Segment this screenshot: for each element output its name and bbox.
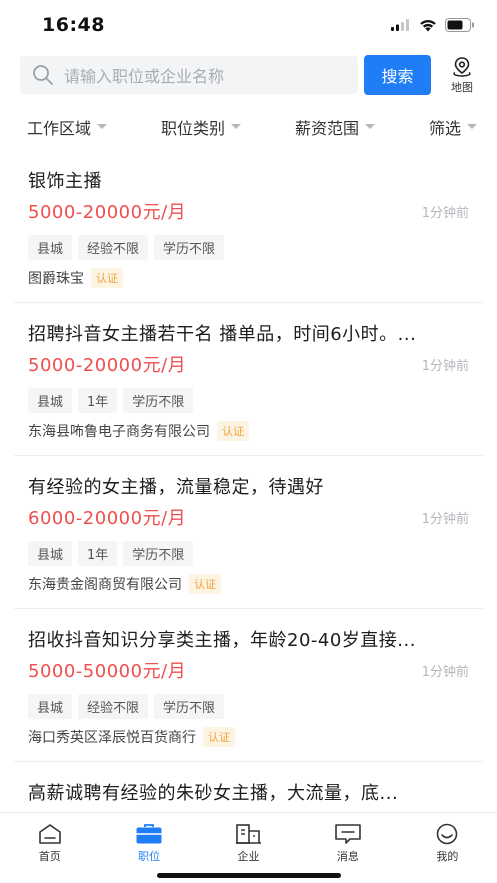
- search-icon: [33, 65, 53, 85]
- tab-label: 首页: [38, 850, 61, 863]
- job-posted-time: 1分钟前: [421, 511, 469, 527]
- verified-badge: 认证: [91, 268, 123, 288]
- signal-icon: [391, 19, 409, 31]
- job-title: 银饰主播: [28, 171, 102, 192]
- job-tag: 经验不限: [78, 235, 149, 260]
- job-card[interactable]: 招收抖音知识分享类主播，年龄20-40岁直接... 5000-50000元/月 …: [0, 609, 497, 762]
- job-salary: 5000-20000元/月: [28, 202, 187, 223]
- building-icon: [235, 824, 261, 844]
- message-icon: [335, 824, 361, 844]
- company-name: 东海贵金阁商贸有限公司: [28, 577, 182, 593]
- job-list[interactable]: 银饰主播 5000-20000元/月 1分钟前 县城 经验不限 学历不限 图爵珠…: [0, 150, 497, 812]
- map-button[interactable]: 地图: [441, 56, 483, 95]
- job-tag: 1年: [78, 541, 118, 566]
- filter-salary-range[interactable]: 薪资范围: [295, 115, 375, 139]
- job-salary: 6000-20000元/月: [28, 508, 187, 529]
- map-label: 地图: [451, 80, 473, 94]
- home-icon: [38, 824, 61, 844]
- status-time: 16:48: [42, 14, 105, 36]
- filter-label: 工作区域: [27, 118, 92, 138]
- job-tag: 1年: [78, 388, 118, 413]
- job-tags: 县城 经验不限 学历不限: [28, 694, 469, 719]
- filter-label: 筛选: [428, 118, 461, 138]
- tab-label: 消息: [336, 850, 359, 863]
- job-card[interactable]: 银饰主播 5000-20000元/月 1分钟前 县城 经验不限 学历不限 图爵珠…: [0, 150, 497, 303]
- job-tag: 学历不限: [123, 541, 194, 566]
- tab-messages[interactable]: 消息: [298, 813, 397, 868]
- filter-more[interactable]: 筛选: [429, 115, 477, 139]
- job-tag: 县城: [28, 388, 73, 413]
- job-posted-time: 1分钟前: [421, 358, 469, 374]
- verified-badge: 认证: [189, 574, 221, 594]
- tab-company[interactable]: 企业: [199, 813, 298, 868]
- filter-job-category[interactable]: 职位类别: [161, 115, 241, 139]
- tab-home[interactable]: 首页: [0, 813, 99, 868]
- company-name: 海口秀英区泽辰悦百货商行: [28, 730, 196, 746]
- tab-label: 企业: [237, 850, 260, 863]
- job-posted-time: 1分钟前: [421, 664, 469, 680]
- job-tags: 县城 1年 学历不限: [28, 541, 469, 566]
- search-input[interactable]: 请输入职位或企业名称: [20, 56, 358, 94]
- verified-badge: 认证: [203, 727, 235, 747]
- tab-label: 职位: [138, 850, 161, 863]
- filter-label: 薪资范围: [294, 118, 359, 138]
- status-bar: 16:48: [0, 0, 497, 50]
- job-title: 招聘抖音女主播若干名 播单品，时间6小时。...: [28, 324, 417, 345]
- map-pin-icon: [453, 56, 471, 77]
- job-tag: 县城: [28, 235, 73, 260]
- job-salary: 5000-50000元/月: [28, 661, 187, 682]
- verified-badge: 认证: [217, 421, 249, 441]
- job-title: 有经验的女主播，流量稳定，待遇好: [28, 477, 324, 498]
- profile-icon: [437, 823, 458, 845]
- search-button[interactable]: 搜索: [364, 55, 431, 95]
- caret-down-icon: [364, 124, 375, 129]
- caret-down-icon: [466, 124, 477, 129]
- job-card[interactable]: 招聘抖音女主播若干名 播单品，时间6小时。... 5000-20000元/月 1…: [0, 303, 497, 456]
- job-title: 高薪诚聘有经验的朱砂女主播，大流量，底...: [28, 783, 399, 804]
- search-placeholder: 请输入职位或企业名称: [64, 67, 225, 86]
- job-card[interactable]: 有经验的女主播，流量稳定，待遇好 6000-20000元/月 1分钟前 县城 1…: [0, 456, 497, 609]
- tab-label: 我的: [436, 850, 459, 863]
- tab-jobs[interactable]: 职位: [99, 813, 198, 868]
- job-tag: 学历不限: [154, 235, 225, 260]
- caret-down-icon: [97, 124, 108, 129]
- home-indicator: [157, 873, 341, 878]
- briefcase-icon: [136, 824, 162, 844]
- battery-icon: [445, 18, 474, 32]
- job-tag: 县城: [28, 541, 73, 566]
- job-card[interactable]: 高薪诚聘有经验的朱砂女主播，大流量，底...: [0, 762, 497, 812]
- job-posted-time: 1分钟前: [421, 205, 469, 221]
- caret-down-icon: [231, 124, 241, 129]
- job-tag: 县城: [28, 694, 73, 719]
- tab-profile[interactable]: 我的: [398, 813, 497, 868]
- job-tag: 学历不限: [154, 694, 225, 719]
- filter-label: 职位类别: [160, 118, 225, 138]
- filter-work-area[interactable]: 工作区域: [27, 115, 108, 139]
- job-tag: 学历不限: [123, 388, 194, 413]
- wifi-icon: [420, 19, 436, 31]
- tab-bar: 首页 职位 企业 消息 我的: [0, 812, 497, 868]
- job-salary: 5000-20000元/月: [28, 355, 187, 376]
- job-tag: 经验不限: [78, 694, 149, 719]
- company-name: 图爵珠宝: [28, 271, 84, 287]
- job-tags: 县城 1年 学历不限: [28, 388, 469, 413]
- search-row: 请输入职位或企业名称 搜索 地图: [0, 51, 497, 99]
- filter-bar: 工作区域 职位类别 薪资范围 筛选: [0, 101, 497, 153]
- company-name: 东海县咘鲁电子商务有限公司: [28, 424, 210, 440]
- status-icons: [391, 18, 475, 32]
- job-tags: 县城 经验不限 学历不限: [28, 235, 469, 260]
- job-title: 招收抖音知识分享类主播，年龄20-40岁直接...: [28, 630, 416, 651]
